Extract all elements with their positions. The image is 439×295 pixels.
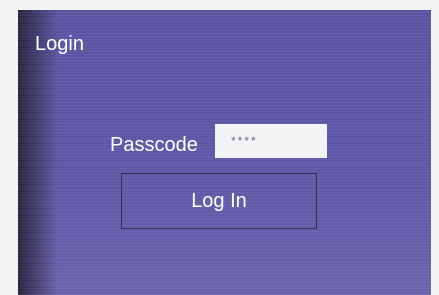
page-title: Login — [35, 33, 84, 55]
login-button[interactable]: Log In — [121, 173, 317, 229]
passcode-field[interactable]: **** — [215, 124, 327, 158]
device-frame: Login Passcode **** Log In — [0, 0, 439, 295]
passcode-label: Passcode — [110, 134, 198, 156]
login-screen: Login Passcode **** Log In — [18, 10, 431, 295]
login-button-label: Log In — [191, 189, 247, 212]
